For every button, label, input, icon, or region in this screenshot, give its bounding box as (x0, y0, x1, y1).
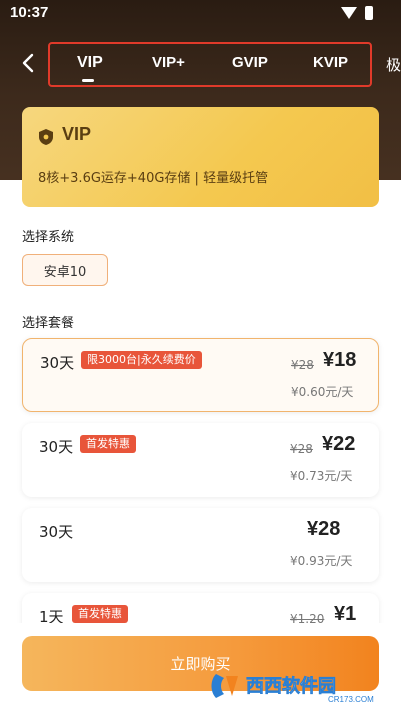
system-section-label: 选择系统 (22, 230, 75, 245)
tab-active-indicator (82, 79, 94, 82)
status-icons (341, 6, 373, 20)
battery-icon (365, 6, 373, 20)
tab-more[interactable]: 极 (386, 54, 401, 75)
plan-duration: 30天 (39, 438, 74, 456)
svg-text:西西软件园: 西西软件园 (246, 675, 336, 696)
plan-duration: 30天 (40, 354, 75, 372)
plan-duration: 30天 (39, 523, 74, 541)
vip-card-description: 8核+3.6G运存+40G存储 | 轻量级托管 (38, 171, 269, 186)
watermark-logo: 西西软件园 CR173.COM (211, 674, 374, 704)
chevron-left-icon (22, 53, 34, 73)
plan-daily-price: ¥0.93元/天 (290, 554, 353, 568)
plan-price: ¥28 (307, 518, 341, 540)
plan-daily-price: ¥0.60元/天 (291, 385, 354, 399)
plan-card[interactable]: 30天 首发特惠 ¥28 ¥22 ¥0.73元/天 (22, 423, 379, 497)
vip-info-card: VIP 8核+3.6G运存+40G存储 | 轻量级托管 (22, 107, 379, 207)
status-bar: 10:37 (0, 0, 401, 28)
tab-gvip[interactable]: GVIP (232, 54, 268, 71)
plan-section-label: 选择套餐 (22, 316, 75, 331)
shield-icon (39, 129, 53, 145)
plan-card[interactable]: 30天 限3000台|永久续费价 ¥28 ¥18 ¥0.60元/天 (22, 338, 379, 412)
back-button[interactable] (18, 52, 40, 74)
tab-vip-plus[interactable]: VIP+ (152, 54, 185, 71)
plan-price: ¥22 (322, 433, 356, 455)
tab-vip[interactable]: VIP (77, 54, 103, 72)
system-option-android10[interactable]: 安卓10 (22, 254, 108, 286)
wifi-icon (341, 7, 357, 19)
plan-original-price: ¥28 (291, 358, 314, 372)
plan-badge: 首发特惠 (72, 605, 128, 623)
plan-original-price: ¥28 (290, 442, 313, 456)
status-time: 10:37 (10, 4, 49, 21)
tab-kvip[interactable]: KVIP (313, 54, 348, 71)
plan-card[interactable]: 30天 ¥28 ¥0.93元/天 (22, 508, 379, 582)
plan-daily-price: ¥0.73元/天 (290, 469, 353, 483)
vip-card-title: VIP (62, 124, 92, 144)
plan-badge: 限3000台|永久续费价 (81, 351, 202, 369)
plan-badge: 首发特惠 (80, 435, 136, 453)
svg-text:CR173.COM: CR173.COM (328, 695, 374, 704)
plan-price: ¥18 (323, 349, 357, 371)
